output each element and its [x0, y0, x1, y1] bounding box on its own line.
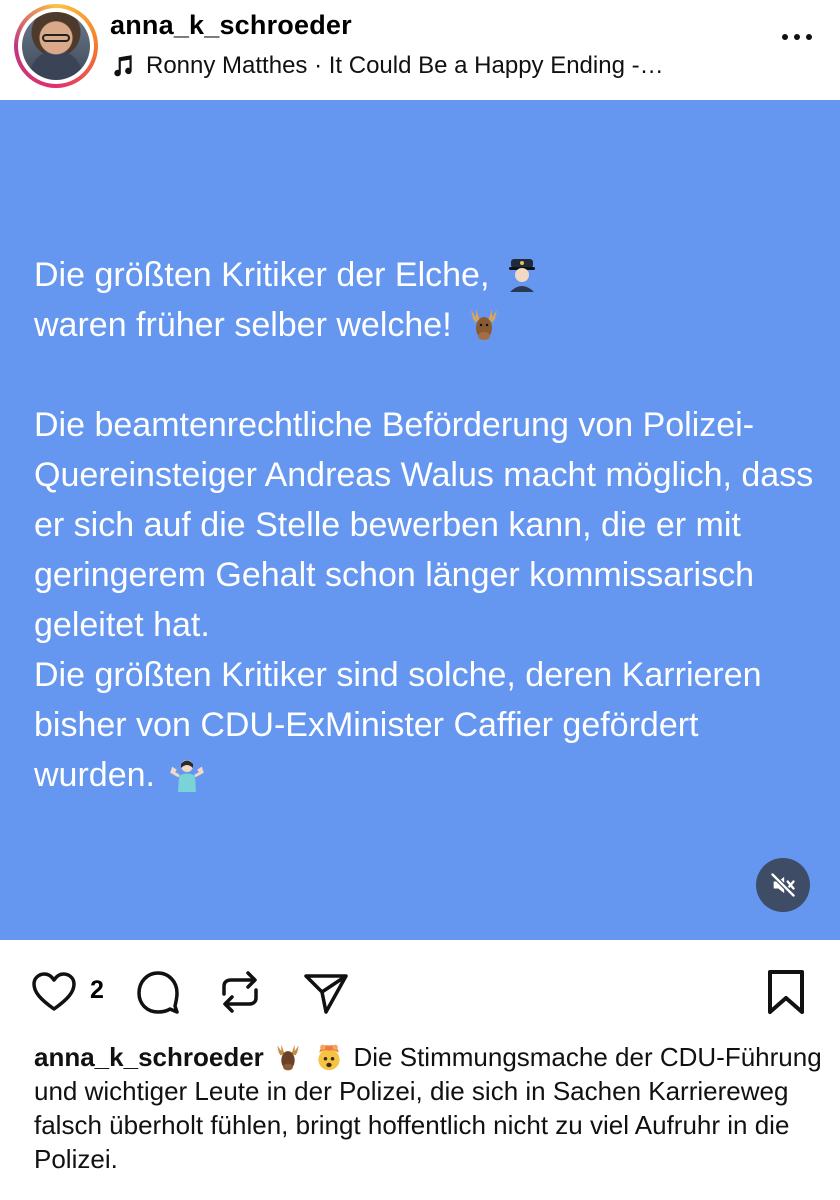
post-username[interactable]: anna_k_schroeder	[110, 10, 352, 41]
bookmark-icon[interactable]	[762, 968, 810, 1016]
post-line-1: Die größten Kritiker der Elche,	[34, 250, 824, 300]
post-actions: 2	[0, 940, 840, 1040]
moose-emoji	[275, 1044, 301, 1071]
moose-emoji	[469, 309, 500, 340]
send-icon[interactable]	[302, 968, 350, 1016]
post-paragraph-2: Die größten Kritiker sind solche, deren …	[34, 656, 762, 794]
post-media[interactable]: Die größten Kritiker der Elche, waren fr…	[0, 100, 840, 940]
like-count[interactable]: 2	[90, 976, 104, 1005]
music-track-label: Ronny Matthes · It Could Be a Happy Endi…	[146, 52, 664, 79]
avatar-image	[22, 12, 90, 80]
exploding-head-emoji	[318, 1044, 340, 1071]
caption-username[interactable]: anna_k_schroeder	[34, 1042, 264, 1072]
post-paragraph: Die beamtenrechtliche Beförderung von Po…	[34, 406, 814, 644]
heart-icon[interactable]	[30, 968, 78, 1016]
post-header: anna_k_schroeder Ronny Matthes · It Coul…	[0, 0, 840, 100]
more-options-icon[interactable]	[782, 34, 812, 40]
music-note-icon	[114, 55, 132, 77]
police-officer-emoji	[508, 259, 535, 292]
person-shrugging-emoji	[170, 760, 205, 792]
speaker-muted-icon	[770, 872, 796, 898]
post-text: Die größten Kritiker der Elche, waren fr…	[34, 250, 824, 800]
music-track[interactable]: Ronny Matthes · It Could Be a Happy Endi…	[110, 52, 664, 80]
post-caption: anna_k_schroeder Die Stimmungsmache der …	[34, 1040, 824, 1176]
comment-icon[interactable]	[134, 968, 182, 1016]
avatar[interactable]	[14, 4, 98, 88]
repost-icon[interactable]	[216, 968, 264, 1016]
post-line-2: waren früher selber welche!	[34, 300, 824, 350]
mute-button[interactable]	[756, 858, 810, 912]
